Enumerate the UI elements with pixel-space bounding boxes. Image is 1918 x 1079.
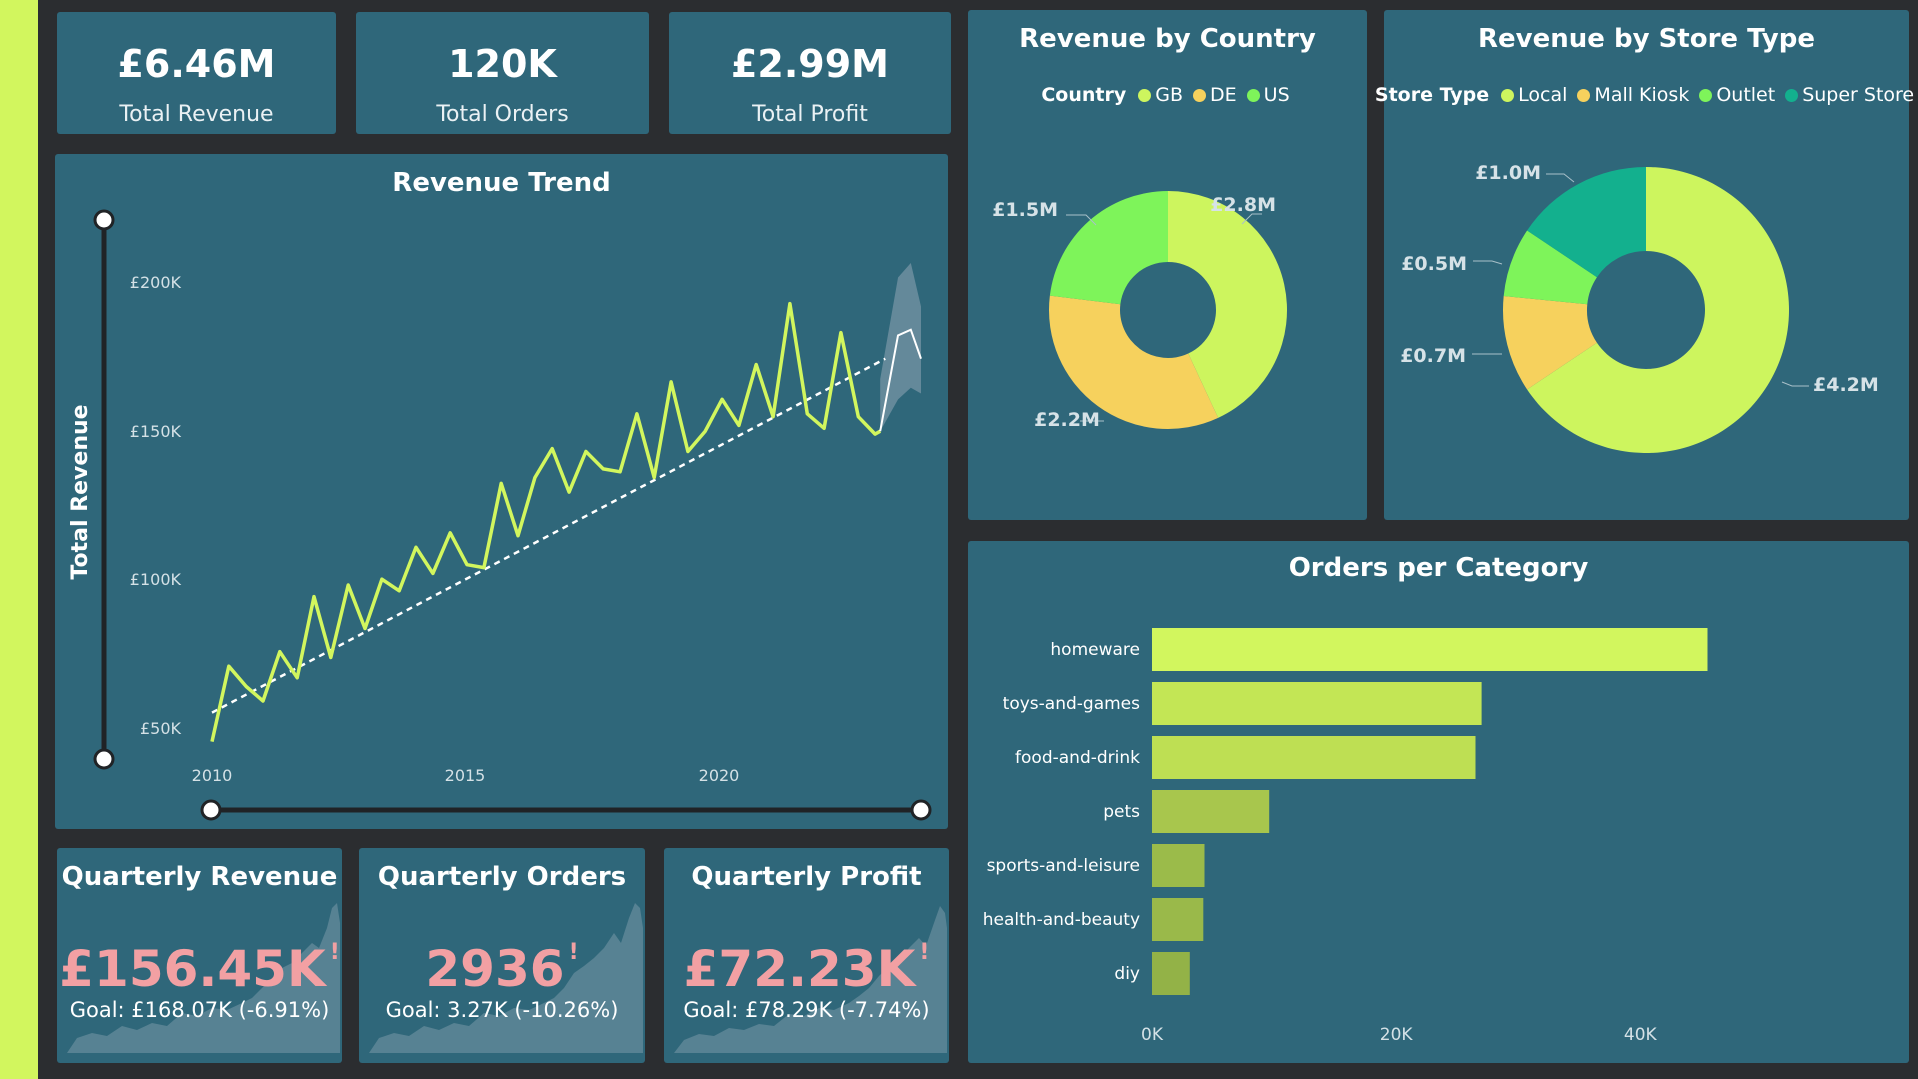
leader-line bbox=[1546, 173, 1575, 183]
category-label: sports-and-leisure bbox=[987, 856, 1140, 876]
data-label: £2.8M bbox=[1210, 194, 1276, 216]
quarterly-title: Quarterly Orders bbox=[377, 862, 627, 892]
bar-health-and-beauty[interactable] bbox=[1152, 898, 1204, 941]
data-label: £4.2M bbox=[1813, 374, 1879, 396]
category-label: health-and-beauty bbox=[983, 910, 1140, 930]
kpi-card-total-revenue[interactable]: £6.46M Total Revenue bbox=[57, 12, 336, 134]
category-bar-chart[interactable]: homeware toys-and-games food-and-drink pets… bbox=[968, 541, 1909, 1063]
donut-slice-us[interactable] bbox=[1049, 191, 1168, 305]
x-tick-label: 20K bbox=[1380, 1025, 1414, 1045]
quarterly-goal: Goal: 3.27K (-10.26%) bbox=[385, 998, 619, 1022]
data-label: £1.0M bbox=[1475, 162, 1541, 184]
y-axis-label: Total Revenue bbox=[68, 404, 93, 579]
x-zoom-slider-handle-right[interactable] bbox=[910, 799, 932, 821]
kpi-label: Total Orders bbox=[436, 102, 569, 127]
quarterly-orders-card[interactable]: Quarterly Orders 2936! Goal: 3.27K (-10.… bbox=[359, 848, 645, 1063]
y-tick-label: £50K bbox=[140, 719, 182, 738]
bar-diy[interactable] bbox=[1152, 952, 1190, 995]
orders-per-category-card[interactable]: Orders per Category homeware toys-and-gam… bbox=[968, 541, 1909, 1063]
kpi-label: Total Profit bbox=[752, 102, 868, 127]
quarterly-title: Quarterly Revenue bbox=[61, 862, 338, 892]
category-label: diy bbox=[1114, 964, 1140, 984]
leader-line bbox=[1781, 381, 1809, 387]
x-tick-label: 2015 bbox=[445, 766, 486, 785]
quarterly-value: £72.23K! bbox=[664, 940, 949, 998]
category-label: pets bbox=[1103, 802, 1140, 822]
kpi-label: Total Revenue bbox=[119, 102, 274, 127]
category-label: toys-and-games bbox=[1003, 694, 1140, 714]
y-tick-label: £100K bbox=[130, 570, 182, 589]
category-label: homeware bbox=[1050, 640, 1140, 660]
quarterly-title: Quarterly Profit bbox=[691, 862, 922, 892]
quarterly-value: £156.45K! bbox=[57, 940, 342, 998]
alert-icon: ! bbox=[568, 940, 579, 965]
revenue-by-store-type-card[interactable]: Revenue by Store Type Store Type Local M… bbox=[1375, 10, 1914, 520]
x-zoom-slider-handle-left[interactable] bbox=[200, 799, 222, 821]
quarterly-value: 2936! bbox=[359, 940, 645, 998]
data-label: £0.5M bbox=[1401, 253, 1467, 275]
revenue-by-country-card[interactable]: Revenue by Country Country GB DE US £2.8… bbox=[968, 10, 1367, 520]
x-tick-label: 2020 bbox=[699, 766, 740, 785]
alert-icon: ! bbox=[919, 940, 930, 965]
kpi-value: 120K bbox=[448, 42, 557, 86]
data-label: £0.7M bbox=[1400, 345, 1466, 367]
y-zoom-slider-handle-bottom[interactable] bbox=[93, 748, 115, 770]
kpi-value: £2.99M bbox=[730, 42, 889, 86]
quarterly-value-text: £156.45K bbox=[59, 940, 326, 998]
quarterly-goal: Goal: £168.07K (-6.91%) bbox=[69, 998, 330, 1022]
quarterly-revenue-card[interactable]: Quarterly Revenue £156.45K! Goal: £168.0… bbox=[57, 848, 342, 1063]
x-tick-label: 40K bbox=[1624, 1025, 1658, 1045]
bar-food-and-drink[interactable] bbox=[1152, 736, 1476, 779]
revenue-trend-card[interactable]: Revenue Trend Total Revenue £200K £150K … bbox=[55, 154, 948, 829]
store-donut-chart[interactable]: £4.2M £0.7M £0.5M £1.0M bbox=[1384, 10, 1909, 520]
data-label: £1.5M bbox=[992, 199, 1058, 221]
x-tick-label: 2010 bbox=[192, 766, 233, 785]
revenue-line bbox=[210, 301, 882, 742]
bar-homeware[interactable] bbox=[1152, 628, 1708, 671]
data-label: £2.2M bbox=[1034, 409, 1100, 431]
kpi-value: £6.46M bbox=[117, 42, 276, 86]
kpi-card-total-orders[interactable]: 120K Total Orders bbox=[356, 12, 649, 134]
quarterly-profit-card[interactable]: Quarterly Profit £72.23K! Goal: £78.29K … bbox=[664, 848, 949, 1063]
y-tick-label: £200K bbox=[130, 273, 182, 292]
x-tick-label: 0K bbox=[1141, 1025, 1164, 1045]
quarterly-value-text: £72.23K bbox=[683, 940, 916, 998]
quarterly-value-text: 2936 bbox=[425, 940, 565, 998]
country-donut-chart[interactable]: £2.8M £2.2M £1.5M bbox=[968, 10, 1367, 520]
leader-line bbox=[1473, 260, 1503, 265]
trend-line bbox=[211, 357, 886, 714]
category-label: food-and-drink bbox=[1015, 748, 1140, 768]
bar-toys-and-games[interactable] bbox=[1152, 682, 1482, 725]
kpi-card-total-profit[interactable]: £2.99M Total Profit bbox=[669, 12, 951, 134]
bar-pets[interactable] bbox=[1152, 790, 1270, 833]
left-accent-bar bbox=[0, 0, 38, 1079]
forecast-confidence-band bbox=[880, 263, 921, 432]
bar-sports-and-leisure[interactable] bbox=[1152, 844, 1205, 887]
revenue-trend-chart[interactable]: Total Revenue £200K £150K £100K £50K 201… bbox=[55, 154, 948, 829]
y-tick-label: £150K bbox=[130, 422, 182, 441]
quarterly-goal: Goal: £78.29K (-7.74%) bbox=[683, 998, 930, 1022]
alert-icon: ! bbox=[329, 940, 340, 965]
y-zoom-slider-handle-top[interactable] bbox=[93, 209, 115, 231]
